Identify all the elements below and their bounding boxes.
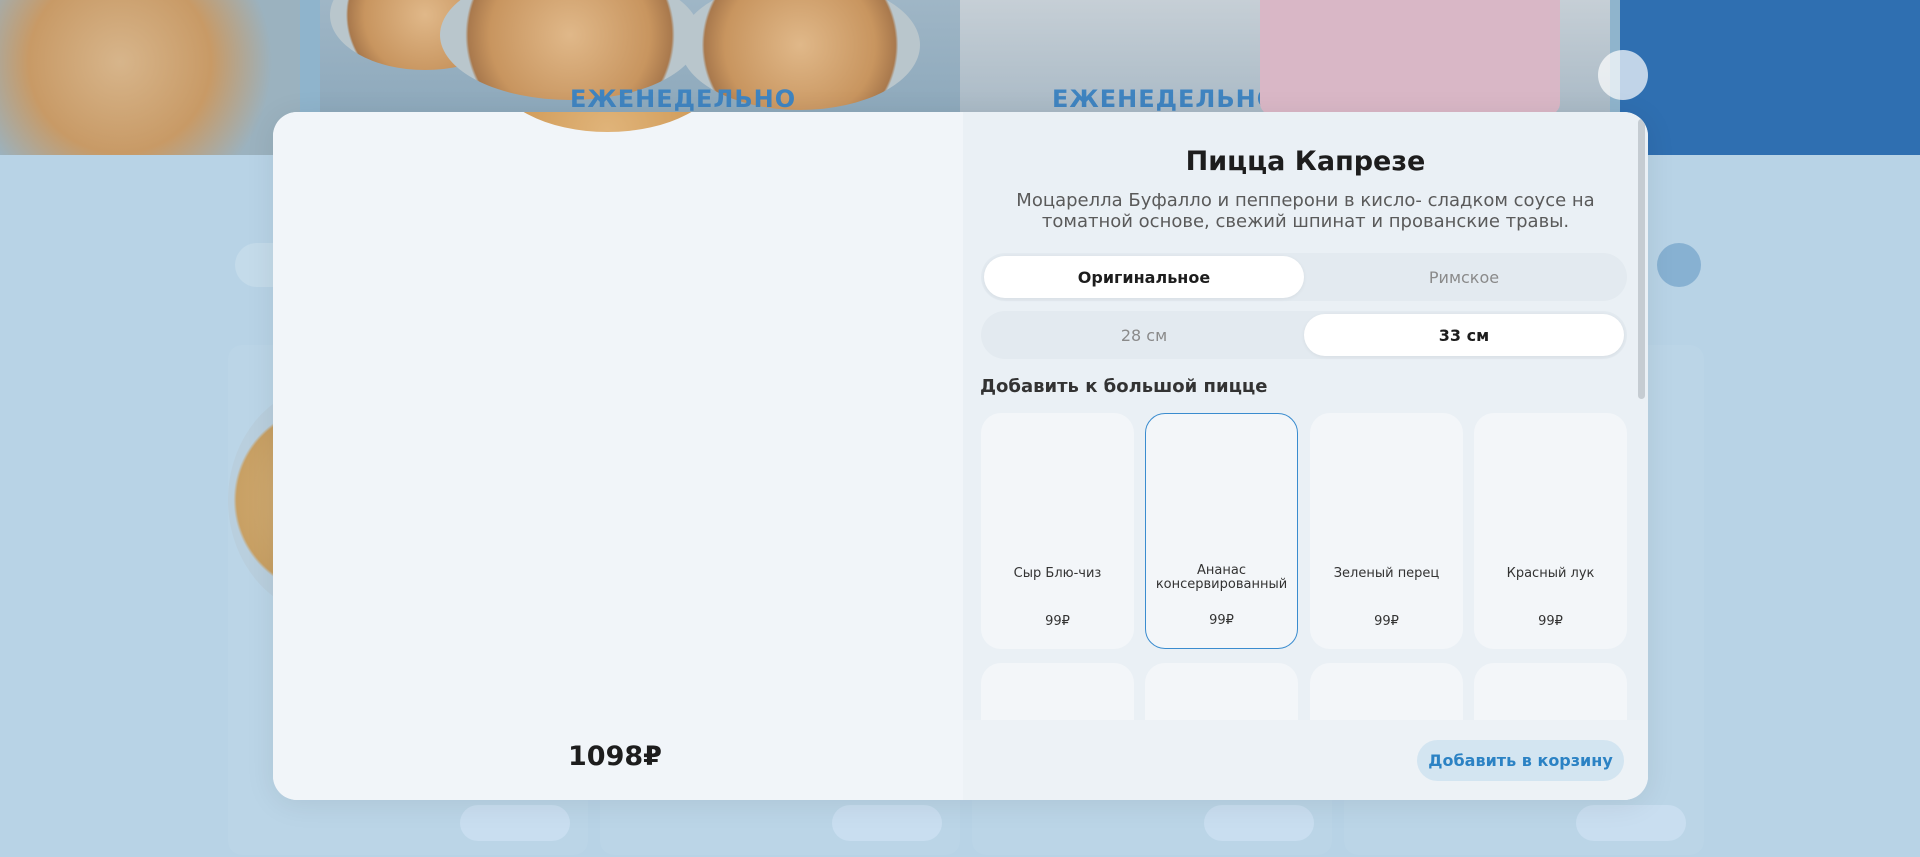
details-scroll-area[interactable]: Пицца Капрезе Моцарелла Буфалло и пеппер… [963, 112, 1648, 720]
promo-banner [1620, 0, 1920, 155]
topping-card[interactable]: Красный лук 99₽ [1474, 413, 1627, 649]
topping-name: Сыр Блю-чиз [1013, 566, 1102, 581]
cart-round-button [1657, 243, 1701, 287]
product-modal: Пицца Капрезе Моцарелла Буфалло и пеппер… [273, 112, 1648, 800]
toppings-section-title: Добавить к большой пицце [980, 376, 1268, 397]
dough-option-roman[interactable]: Римское [1304, 256, 1624, 298]
topping-price: 99₽ [1045, 614, 1070, 629]
topping-name: Красный лук [1506, 566, 1595, 581]
size-option-33[interactable]: 33 см [1304, 314, 1624, 356]
topping-card[interactable] [1310, 663, 1463, 720]
product-image-panel [273, 112, 963, 800]
topping-card[interactable] [1145, 663, 1298, 720]
topping-card-selected[interactable]: Ананас консервированный 99₽ [1145, 413, 1298, 649]
topping-name: Зеленый перец [1333, 566, 1440, 581]
size-option-28[interactable]: 28 см [984, 314, 1304, 356]
promo-image [1260, 0, 1560, 115]
topping-price: 99₽ [1209, 613, 1234, 628]
topping-name: Ананас консервированный [1155, 563, 1288, 592]
product-title: Пицца Капрезе [1185, 146, 1426, 177]
dough-option-original[interactable]: Оригинальное [984, 256, 1304, 298]
add-to-cart-button[interactable]: Добавить в корзину [1417, 740, 1624, 781]
dough-selector: Оригинальное Римское [981, 253, 1627, 301]
total-price: 1098₽ [568, 741, 662, 772]
scrollbar[interactable] [1638, 119, 1645, 399]
product-details-panel: Пицца Капрезе Моцарелла Буфалло и пеппер… [963, 112, 1648, 800]
topping-price: 99₽ [1374, 614, 1399, 629]
close-modal-button[interactable] [1598, 50, 1648, 100]
product-description: Моцарелла Буфалло и пепперони в кисло- с… [1016, 190, 1595, 232]
topping-card[interactable] [1474, 663, 1627, 720]
topping-card[interactable]: Сыр Блю-чиз 99₽ [981, 413, 1134, 649]
topping-card[interactable] [981, 663, 1134, 720]
pizza-image [495, 112, 720, 132]
size-selector: 28 см 33 см [981, 311, 1627, 359]
promo-banner [0, 0, 300, 155]
topping-price: 99₽ [1538, 614, 1563, 629]
topping-card[interactable]: Зеленый перец 99₽ [1310, 413, 1463, 649]
